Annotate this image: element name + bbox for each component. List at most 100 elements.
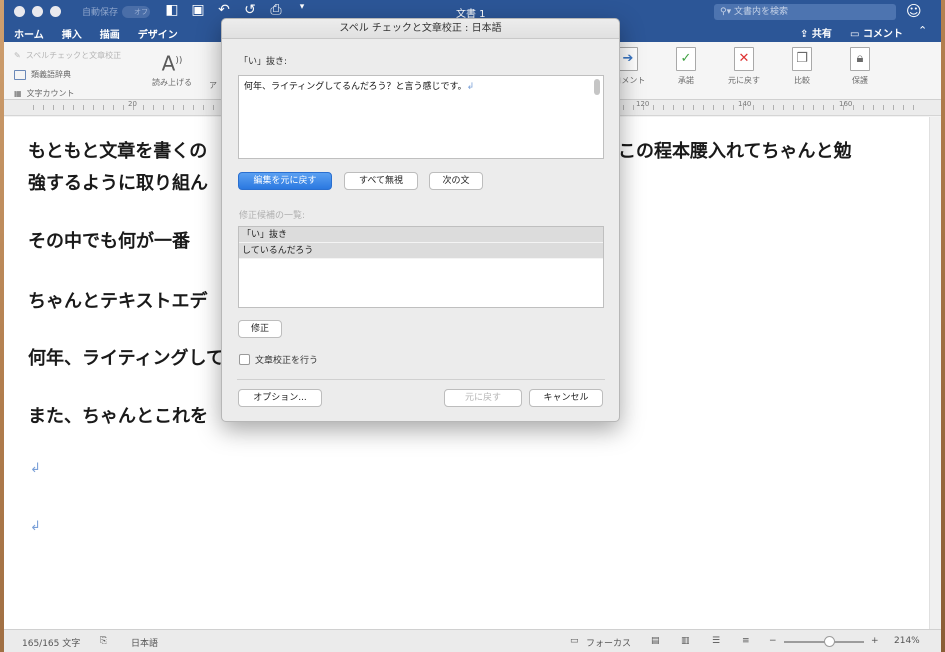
lock-icon: 🔒︎ xyxy=(850,47,870,71)
zoom-level[interactable]: 214% xyxy=(894,636,920,646)
spellcheck-label: スペルチェックと文章校正 xyxy=(25,51,122,60)
suggestions-list[interactable]: 「い」抜き しているんだろう xyxy=(238,226,604,308)
autosave-toggle[interactable]: オフ xyxy=(122,5,151,18)
tab-home[interactable]: ホーム xyxy=(14,26,44,41)
zoom-out-icon[interactable]: − xyxy=(769,636,777,646)
search-placeholder: 文書内を検索 xyxy=(733,7,788,17)
sentence-textarea[interactable]: 何年、ライティングしてるんだろう？と言う感じです。↲ xyxy=(238,75,604,159)
ruler-mark: 160 xyxy=(839,100,853,108)
read-aloud-icon: A)) xyxy=(161,51,183,76)
correct-button[interactable]: 修正 xyxy=(238,320,282,338)
accept-button[interactable]: ✓ 承諾 xyxy=(664,47,708,86)
ribbon-tabs: ホーム 挿入 描画 デザイン xyxy=(14,26,178,41)
list-item[interactable]: しているんだろう xyxy=(239,243,603,259)
doc-line-6: また、ちゃんとこれを xyxy=(28,406,208,427)
focus-icon[interactable]: ▭ xyxy=(570,636,579,646)
zoom-window-button[interactable] xyxy=(50,6,61,17)
window-controls xyxy=(14,6,61,17)
protect-label: 保護 xyxy=(852,76,868,85)
comment-icon: ▭ xyxy=(850,29,863,40)
tab-insert[interactable]: 挿入 xyxy=(62,26,82,41)
paragraph-mark: ↲ xyxy=(466,82,475,92)
ignore-all-button[interactable]: すべて無視 xyxy=(344,172,418,190)
sentence-text: 何年、ライティングしてるんだろう？と言う感じです。 xyxy=(244,82,467,92)
grammar-check-checkbox[interactable] xyxy=(239,354,250,365)
doc-line-4: ちゃんとテキストエデ xyxy=(28,291,208,312)
web-layout-icon[interactable]: ▥ xyxy=(681,636,690,646)
doc-line-5: 何年、ライティングして xyxy=(28,348,225,369)
protect-button[interactable]: 🔒︎ 保護 xyxy=(838,47,882,86)
compare-icon: ❐ xyxy=(792,47,812,71)
share-button[interactable]: ⇪ 共有 xyxy=(800,25,832,40)
accept-label: 承諾 xyxy=(678,76,694,85)
spellcheck-button[interactable]: ✎ スペルチェックと文章校正 xyxy=(14,46,121,65)
print-layout-icon[interactable]: ▤ xyxy=(651,636,660,646)
issue-label: 「い」抜き: xyxy=(239,57,288,67)
changes-group: ➔/コメント ✓ 承諾 ✕ 元に戻す ❐ 比較 🔒︎ 保護 xyxy=(606,47,882,86)
doc-line-1-left: もともと文章を書くの xyxy=(28,141,208,162)
read-aloud-label: 読み上げる xyxy=(152,77,192,87)
collapse-ribbon-icon[interactable]: ⌃ xyxy=(918,24,927,37)
outline-icon[interactable]: ☰ xyxy=(712,636,720,646)
feedback-smiley-icon[interactable]: ☺ xyxy=(906,2,922,20)
list-item[interactable]: 「い」抜き xyxy=(239,227,603,243)
save-icon[interactable]: ▣ xyxy=(190,2,206,18)
grammar-check-option[interactable]: 文章校正を行う xyxy=(239,353,318,366)
draft-icon[interactable]: ≡ xyxy=(742,636,750,646)
comment-button[interactable]: ▭ コメント xyxy=(850,25,903,40)
read-aloud-button[interactable]: A)) 読み上げる xyxy=(147,48,197,88)
search-icon: ⚲▾ xyxy=(720,7,734,17)
options-button[interactable]: オプション... xyxy=(238,389,322,407)
tab-draw[interactable]: 描画 xyxy=(100,26,120,41)
undo-icon[interactable]: ↶ xyxy=(216,2,232,18)
compare-label: 比較 xyxy=(794,76,810,85)
textarea-scrollbar[interactable] xyxy=(594,79,600,95)
language[interactable]: 日本語 xyxy=(131,636,158,649)
reject-x-icon: ✕ xyxy=(734,47,754,71)
dialog-divider xyxy=(237,379,605,380)
print-icon[interactable]: ⎙ xyxy=(268,2,284,18)
cancel-button[interactable]: キャンセル xyxy=(529,389,603,407)
reject-label: 元に戻す xyxy=(728,76,760,85)
sidebar-icon[interactable]: ◧ xyxy=(164,2,180,18)
autosave-label: 自動保存 xyxy=(82,8,119,18)
paragraph-mark: ↲ xyxy=(30,461,41,476)
focus-button[interactable]: フォーカス xyxy=(586,636,631,649)
ruler-mark: 140 xyxy=(738,100,752,108)
doc-line-1-right: この程本腰入れてちゃんと勉 xyxy=(618,141,852,162)
next-sentence-button[interactable]: 次の文 xyxy=(429,172,483,190)
minimize-window-button[interactable] xyxy=(32,6,43,17)
vertical-scrollbar[interactable] xyxy=(929,117,941,629)
proofing-status-icon[interactable]: ⎘ xyxy=(100,636,107,646)
word-count[interactable]: 165/165 文字 xyxy=(22,636,80,649)
ribbon-hidden-label: ア xyxy=(209,81,217,90)
grammar-check-label: 文章校正を行う xyxy=(255,356,319,366)
doc-line-2: 強するように取り組ん xyxy=(28,173,208,194)
suggestions-label: 修正候補の一覧: xyxy=(239,211,306,221)
restore-button[interactable]: 元に戻す xyxy=(444,389,522,407)
proofing-group: ✎ スペルチェックと文章校正 類義語辞典 ▦ 文字カウント xyxy=(14,46,121,103)
dialog-title: スペル チェックと文章校正 : 日本語 xyxy=(222,19,619,39)
share-label: 共有 xyxy=(811,29,832,40)
thesaurus-button[interactable]: 類義語辞典 xyxy=(14,65,121,84)
paragraph-mark: ↲ xyxy=(30,519,41,534)
spelling-grammar-dialog: スペル チェックと文章校正 : 日本語 「い」抜き: 何年、ライティングしてるん… xyxy=(221,18,620,422)
zoom-slider-knob[interactable] xyxy=(824,636,835,647)
share-icon: ⇪ xyxy=(800,29,812,40)
customize-icon[interactable]: ▾ xyxy=(294,2,310,18)
compare-button[interactable]: ❐ 比較 xyxy=(780,47,824,86)
spellcheck-icon: ✎ xyxy=(14,51,21,60)
ruler-mark: 120 xyxy=(636,100,650,108)
autosave: 自動保存 オフ xyxy=(82,5,151,18)
close-window-button[interactable] xyxy=(14,6,25,17)
redo-icon[interactable]: ↺ xyxy=(242,2,258,18)
tab-design[interactable]: デザイン xyxy=(138,26,178,41)
thesaurus-label: 類義語辞典 xyxy=(31,70,71,79)
undo-edit-button[interactable]: 編集を元に戻す xyxy=(238,172,332,190)
search-input[interactable]: ⚲▾ 文書内を検索 xyxy=(714,4,896,20)
thesaurus-icon xyxy=(14,69,26,80)
reject-button[interactable]: ✕ 元に戻す xyxy=(722,47,766,86)
comment-label: コメント xyxy=(862,29,903,40)
arrow-right-icon: ➔ xyxy=(618,47,638,71)
zoom-in-icon[interactable]: + xyxy=(871,636,879,646)
